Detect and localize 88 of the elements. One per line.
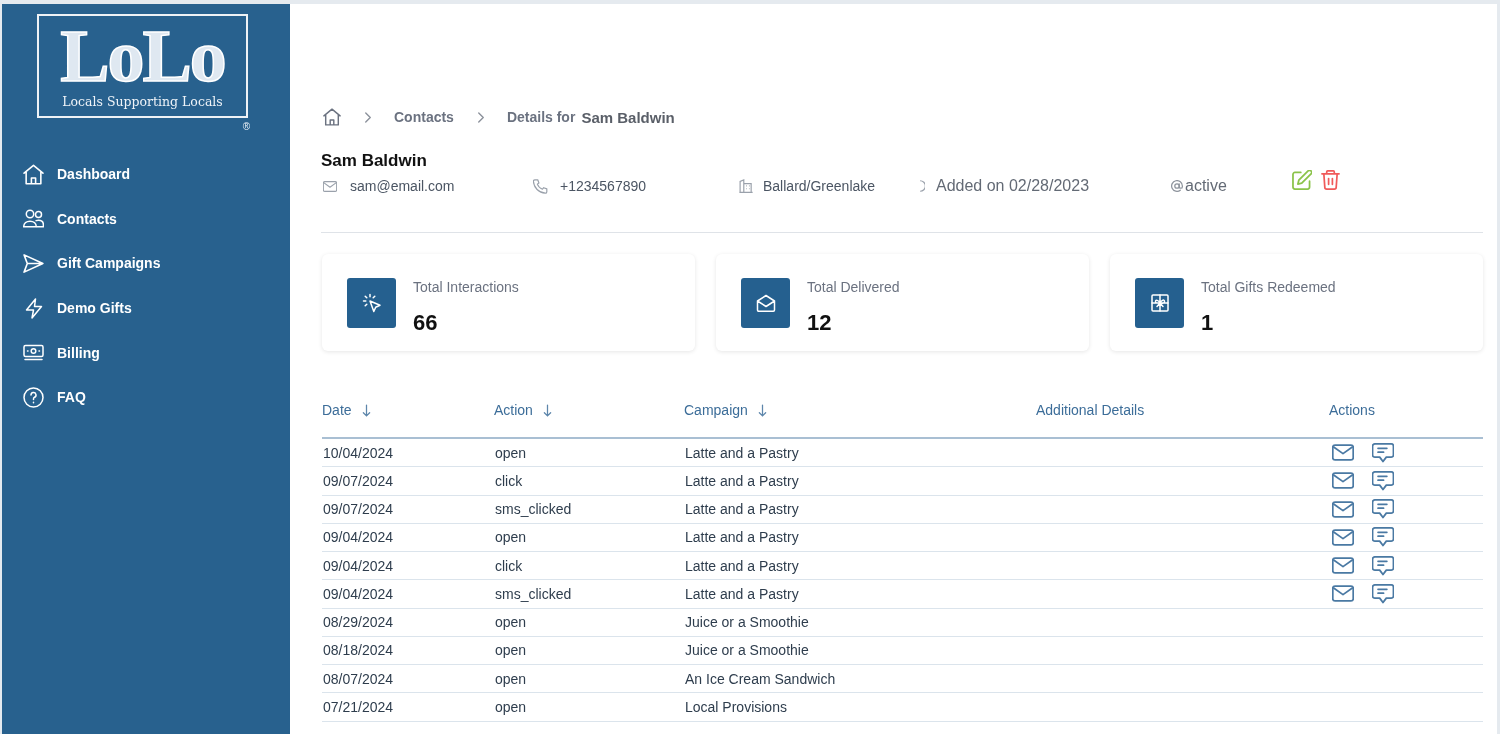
nav-item[interactable]: Dashboard	[2, 152, 290, 197]
nav-item[interactable]: Gift Campaigns	[2, 241, 290, 286]
table-cell: 09/07/2024	[323, 472, 394, 489]
table-cell: open	[495, 529, 527, 546]
breadcrumb-link[interactable]: Contacts	[394, 109, 454, 125]
lightning-icon	[23, 297, 44, 319]
column-header: Additional Details	[1036, 402, 1145, 418]
stat-label: Total Interactions	[413, 278, 519, 296]
table-cell: 08/07/2024	[323, 670, 394, 687]
building-icon	[739, 179, 753, 193]
stat-value: 66	[413, 310, 438, 336]
table-cell: 07/21/2024	[323, 698, 394, 715]
mail-icon[interactable]	[1332, 585, 1354, 603]
sort-header[interactable]: Action	[494, 401, 552, 420]
nav-item[interactable]: Contacts	[2, 196, 290, 242]
gift-icon	[1135, 278, 1184, 328]
contact-name: Sam Baldwin	[321, 150, 427, 172]
mail-icon[interactable]	[1332, 500, 1354, 518]
table-cell: 08/18/2024	[323, 642, 394, 659]
table-cell: 09/04/2024	[323, 557, 394, 574]
table-cell: 09/04/2024	[323, 529, 394, 546]
table-cell: open	[495, 670, 527, 687]
table-cell: An Ice Cream Sandwich	[685, 670, 836, 687]
chat-icon[interactable]	[1372, 527, 1394, 548]
table-cell: Latte and a Pastry	[685, 529, 799, 546]
mail-icon[interactable]	[1332, 472, 1354, 490]
nav-item[interactable]: Demo Gifts	[2, 285, 290, 331]
mail-icon[interactable]	[1332, 444, 1354, 462]
home-icon	[23, 163, 44, 185]
contact-neighborhood: Ballard/Greenlake	[763, 178, 876, 194]
stat-value: 1	[1201, 310, 1214, 336]
chat-icon[interactable]	[1372, 499, 1394, 520]
logo-wordmark: LoLo	[60, 24, 225, 88]
column-header: Actions	[1329, 402, 1375, 418]
table-cell: Juice or a Smoothie	[685, 642, 809, 659]
pointer-click-icon	[347, 278, 396, 328]
mail-icon	[323, 180, 337, 192]
send-icon	[23, 253, 44, 274]
table-cell: Local Provisions	[685, 698, 787, 715]
table-cell: click	[495, 472, 523, 489]
breadcrumb-contact-name: Sam Baldwin	[581, 108, 675, 126]
added-date: Added on 02/28/2023	[936, 177, 1090, 195]
table-cell: sms_clicked	[495, 585, 572, 602]
help-icon	[23, 386, 44, 408]
nav-item[interactable]: FAQ	[2, 374, 290, 420]
table-cell: open	[495, 698, 527, 715]
contact-email: sam@email.com	[350, 178, 455, 194]
stat-label: Total Delivered	[807, 278, 900, 296]
stat-value: 12	[807, 310, 832, 336]
table-cell: open	[495, 614, 527, 631]
chat-icon[interactable]	[1372, 442, 1394, 463]
table-cell: Latte and a Pastry	[685, 472, 799, 489]
chevron-right-icon	[477, 111, 484, 123]
table-cell: 09/07/2024	[323, 501, 394, 518]
chat-icon[interactable]	[1372, 470, 1394, 491]
breadcrumb-current: Details for	[506, 109, 576, 125]
table-cell: 09/04/2024	[323, 585, 394, 602]
stat-label: Total Gifts Redeemed	[1201, 278, 1336, 296]
mail-icon[interactable]	[1332, 557, 1354, 575]
users-icon	[23, 208, 44, 230]
table-cell: Juice or a Smoothie	[685, 614, 809, 631]
sort-header[interactable]: Date	[322, 401, 371, 420]
table-cell: sms_clicked	[495, 501, 572, 518]
contact-status: active	[1185, 177, 1227, 195]
at-sign-icon	[1171, 180, 1183, 192]
open-envelope-icon	[741, 278, 790, 328]
contact-phone: +1234567890	[560, 178, 647, 194]
mail-icon[interactable]	[1332, 528, 1354, 546]
arc-icon	[919, 180, 925, 192]
table-cell: Latte and a Pastry	[685, 557, 799, 574]
table-cell: Latte and a Pastry	[685, 585, 799, 602]
table-cell: 08/29/2024	[323, 614, 394, 631]
sort-header[interactable]: Campaign	[684, 401, 767, 420]
table-cell: open	[495, 444, 527, 461]
nav-item[interactable]: Billing	[2, 330, 290, 375]
table-cell: click	[495, 557, 523, 574]
chat-icon[interactable]	[1372, 555, 1394, 576]
trash-icon[interactable]	[1321, 169, 1340, 190]
home-icon[interactable]	[323, 108, 341, 126]
table-cell: open	[495, 642, 527, 659]
chat-icon[interactable]	[1372, 583, 1394, 604]
table-cell: Latte and a Pastry	[685, 444, 799, 461]
registered-mark: ®	[242, 121, 250, 133]
table-cell: Latte and a Pastry	[685, 501, 799, 518]
table-cell: 10/04/2024	[323, 444, 394, 461]
chevron-right-icon	[365, 111, 371, 123]
logo-tagline: Locals Supporting Locals	[62, 94, 223, 110]
phone-icon	[533, 178, 548, 194]
